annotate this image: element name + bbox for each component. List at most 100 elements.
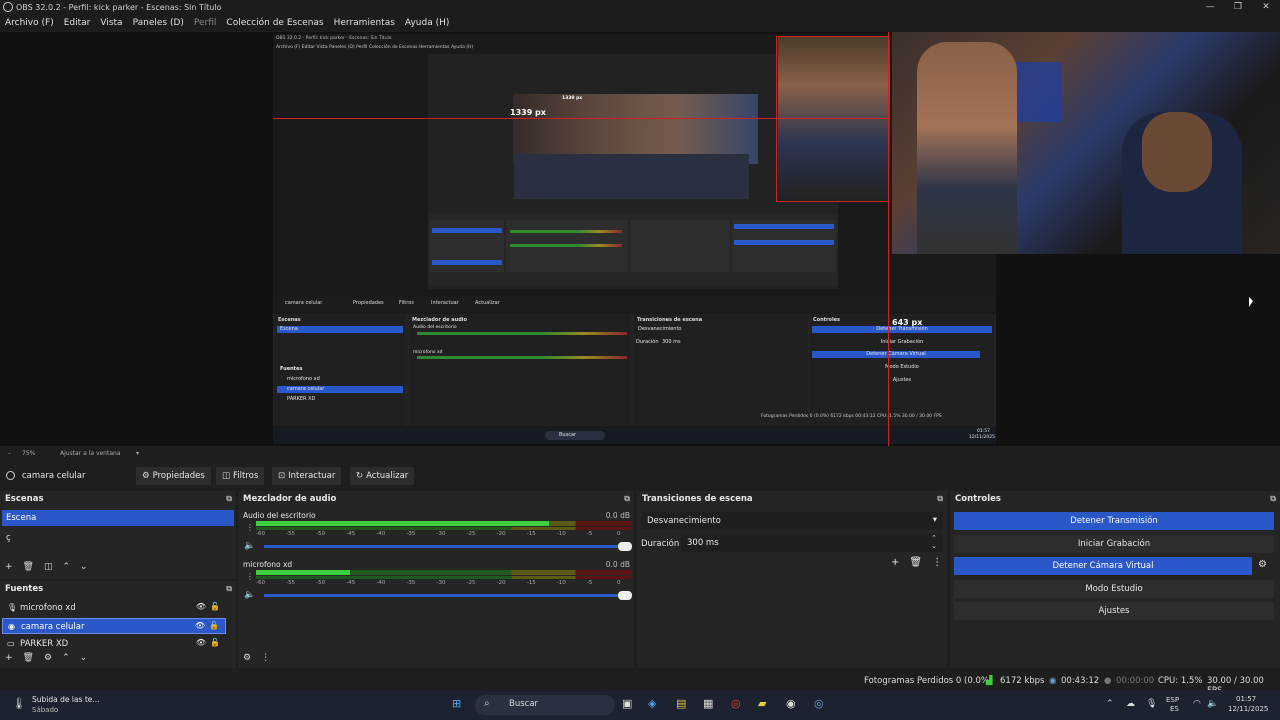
menu-docks[interactable]: Paneles (D)	[133, 18, 184, 28]
meter-tick-label: -30	[436, 531, 446, 537]
menu-tools[interactable]: Herramientas	[334, 18, 395, 28]
task-view-icon[interactable]: ▣	[622, 697, 632, 710]
start-recording-button[interactable]: Iniciar Grabación	[954, 535, 1274, 553]
refresh-button[interactable]: ↻ Actualizar	[350, 467, 415, 485]
app-icon[interactable]: ▰	[758, 697, 766, 710]
clock-time[interactable]: 01:57	[1236, 695, 1256, 703]
status-bar: Fotogramas Perdidos 0 (0.0%) ▟ 6172 kbps…	[0, 673, 1280, 696]
add-scene-icon[interactable]: +	[5, 562, 13, 572]
zoom-minus-icon[interactable]: –	[8, 450, 11, 457]
volume-knob[interactable]	[618, 591, 632, 600]
store-icon[interactable]: ▦	[703, 697, 713, 710]
volume-knob[interactable]	[618, 542, 632, 551]
virtual-camera-settings-icon[interactable]: ⚙	[1258, 559, 1267, 570]
move-up-icon[interactable]: ⌃	[63, 562, 71, 572]
add-transition-icon[interactable]: +	[891, 557, 899, 568]
nested-inner-scenes	[430, 220, 504, 272]
chrome-icon[interactable]: ◎	[731, 697, 741, 710]
maximize-button[interactable]: ❐	[1224, 0, 1252, 14]
remove-scene-icon[interactable]: 🗑	[23, 562, 34, 572]
source-settings-icon[interactable]: ⚙	[44, 653, 52, 663]
volume-slider[interactable]	[264, 542, 632, 551]
chrome-profile-icon[interactable]: ◎	[814, 697, 824, 710]
dock-popout-icon[interactable]: ⧉	[226, 584, 232, 594]
notification-title[interactable]: Subida de las te...	[32, 695, 100, 704]
volume-icon[interactable]: 🔈	[1207, 699, 1218, 709]
mic-tray-icon[interactable]: 🎙	[1146, 699, 1157, 709]
nested-menu: Archivo (F) Editar Vista Paneles (D) Per…	[276, 45, 474, 50]
file-explorer-icon[interactable]: ▤	[676, 697, 686, 710]
lock-icon[interactable]: 🔓	[210, 638, 220, 647]
menu-help[interactable]: Ayuda (H)	[405, 18, 449, 28]
remove-transition-icon[interactable]: 🗑	[909, 557, 922, 568]
remove-source-icon[interactable]: 🗑	[23, 653, 34, 663]
language-layout[interactable]: ES	[1170, 705, 1179, 713]
move-down-icon[interactable]: ⌄	[80, 562, 88, 572]
menu-view[interactable]: Vista	[100, 18, 122, 28]
filters-button[interactable]: ◫ Filtros	[216, 467, 265, 485]
nested-control-4: Ajustes	[892, 377, 912, 383]
interact-button[interactable]: ⊡ Interactuar	[272, 467, 342, 485]
speaker-icon[interactable]: 🔈	[244, 590, 255, 600]
dock-popout-icon[interactable]: ⧉	[937, 494, 943, 504]
eye-icon[interactable]: 👁	[195, 621, 205, 630]
scene-filter-icon[interactable]: ◫	[44, 562, 53, 572]
source-item-microfono[interactable]: 🎙 microfono xd 👁 🔓	[2, 600, 226, 616]
filters-label: Filtros	[233, 471, 259, 481]
properties-button[interactable]: ⚙ Propiedades	[136, 467, 211, 485]
nested-duration: 300 ms	[662, 339, 681, 345]
nested-transition: Desvanecimiento	[638, 326, 682, 332]
preview-canvas[interactable]: OBS 32.0.2 - Perfil: kick parker - Escen…	[0, 32, 1280, 446]
add-source-icon[interactable]: +	[5, 653, 13, 663]
stop-virtual-camera-button[interactable]: Detener Cámara Virtual	[954, 557, 1252, 575]
source-item-parker[interactable]: ▭ PARKER XD 👁 🔓	[2, 636, 226, 648]
close-button[interactable]: ✕	[1252, 0, 1280, 14]
menu-profile[interactable]: Perfil	[194, 18, 217, 28]
transition-menu-icon[interactable]: ⋮	[932, 557, 942, 568]
dock-popout-icon[interactable]: ⧉	[624, 494, 630, 504]
settings-button[interactable]: Ajustes	[954, 602, 1274, 620]
studio-mode-button[interactable]: Modo Estudio	[954, 580, 1274, 598]
menu-scene-collection[interactable]: Colección de Escenas	[226, 18, 323, 28]
menu-edit[interactable]: Editar	[64, 18, 91, 28]
wifi-icon[interactable]: ◠	[1193, 699, 1201, 709]
stop-streaming-button[interactable]: Detener Transmisión	[954, 512, 1274, 530]
speaker-icon[interactable]: 🔈	[244, 541, 255, 551]
transition-select[interactable]: Desvanecimiento ▾	[641, 512, 943, 530]
onedrive-icon[interactable]: ☁	[1126, 699, 1135, 709]
zoom-dropdown-icon[interactable]: ▾	[136, 450, 139, 457]
mixer-settings-icon[interactable]: ⚙	[243, 653, 251, 663]
scene-item-c[interactable]: ç	[2, 530, 234, 546]
meter-tick-label: -35	[406, 531, 416, 537]
mixer-menu-icon[interactable]: ⋮	[261, 653, 270, 663]
move-down-icon[interactable]: ⌄	[80, 653, 88, 663]
taskbar-search[interactable]: ⌕ Buscar	[475, 695, 615, 715]
duration-spinbox[interactable]: 300 ms ⌃ ⌄	[681, 534, 943, 552]
track-menu-icon[interactable]: ⋮	[246, 572, 254, 581]
language-code[interactable]: ESP	[1166, 696, 1179, 704]
zoom-value[interactable]: 75%	[22, 450, 35, 457]
clock-date[interactable]: 12/11/2025	[1228, 705, 1268, 713]
dock-popout-icon[interactable]: ⧉	[1270, 494, 1276, 504]
track-menu-icon[interactable]: ⋮	[246, 523, 254, 532]
obs-taskbar-icon[interactable]: ◉	[786, 697, 796, 710]
dock-popout-icon[interactable]: ⧉	[226, 494, 232, 504]
volume-slider[interactable]	[264, 591, 632, 600]
source-item-camara[interactable]: ◉ camara celular 👁 🔓	[2, 618, 226, 634]
nested-date: 12/11/2025	[969, 435, 995, 440]
notification-icon[interactable]: 🌡	[12, 697, 26, 710]
lock-icon[interactable]: 🔓	[209, 621, 219, 630]
menu-file[interactable]: Archivo (F)	[5, 18, 54, 28]
scene-item-escena[interactable]: Escena	[2, 510, 234, 526]
windows-start-icon[interactable]: ⊞	[452, 697, 461, 710]
lock-icon[interactable]: 🔓	[210, 602, 220, 611]
move-up-icon[interactable]: ⌃	[62, 653, 70, 663]
tray-chevron-icon[interactable]: ⌃	[1106, 699, 1114, 709]
minimize-button[interactable]: —	[1196, 0, 1224, 14]
nested-source-1: camara celular	[287, 386, 325, 392]
eye-icon[interactable]: 👁	[196, 638, 206, 647]
eye-icon[interactable]: 👁	[196, 602, 206, 611]
spin-arrows-icon[interactable]: ⌃ ⌄	[931, 534, 937, 550]
zoom-fit[interactable]: Ajustar a la ventana	[60, 450, 121, 457]
copilot-icon[interactable]: ◈	[648, 697, 656, 710]
